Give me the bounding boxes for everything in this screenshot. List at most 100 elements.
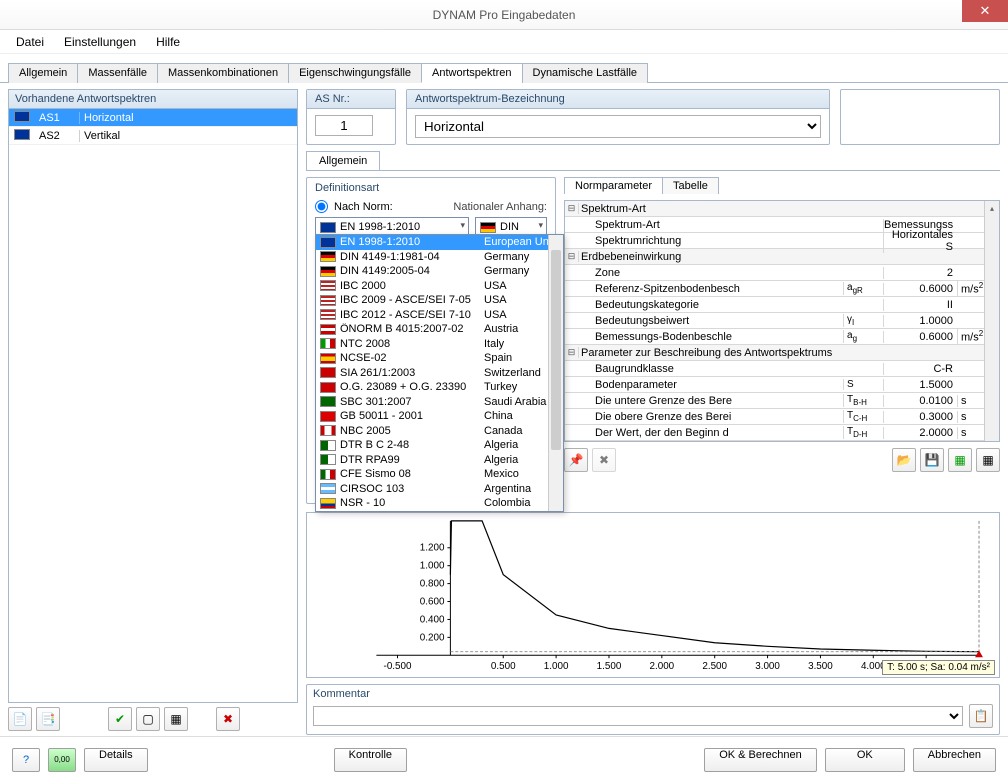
- help-button[interactable]: ?: [12, 748, 40, 772]
- dropdown-item[interactable]: DIN 4149-1:1981-04Germany: [316, 250, 563, 265]
- prop-row[interactable]: BedeutungskategorieII: [565, 297, 999, 313]
- svg-text:0.500: 0.500: [491, 661, 516, 672]
- ch-flag-icon: [320, 367, 336, 378]
- spectra-list[interactable]: AS1HorizontalAS2Vertikal: [8, 109, 298, 703]
- tab-eigenschwingungsfälle[interactable]: Eigenschwingungsfälle: [288, 63, 422, 83]
- prop-row[interactable]: BedeutungsbeiwertγI1.0000: [565, 313, 999, 329]
- dropdown-item[interactable]: NCSE-02Spain: [316, 351, 563, 366]
- window-title: DYNAM Pro Eingabedaten: [433, 8, 576, 22]
- svg-text:0.800: 0.800: [420, 579, 445, 590]
- tab-dynamische lastfälle[interactable]: Dynamische Lastfälle: [522, 63, 649, 83]
- check-button[interactable]: ✔: [108, 707, 132, 731]
- definitionsart-title: Definitionsart: [315, 182, 547, 194]
- asnr-input[interactable]: [315, 115, 373, 136]
- prop-row[interactable]: Der Wert, der den Beginn dTD-H2.0000s: [565, 425, 999, 441]
- tab-antwortspektren[interactable]: Antwortspektren: [421, 63, 522, 83]
- ar-flag-icon: [320, 483, 336, 494]
- dropdown-item[interactable]: NBC 2005Canada: [316, 424, 563, 439]
- titlebar: DYNAM Pro Eingabedaten ✕: [0, 0, 1008, 30]
- dropdown-item[interactable]: O.G. 23089 + O.G. 23390Turkey: [316, 380, 563, 395]
- import-button[interactable]: ▦: [976, 448, 1000, 472]
- new-button[interactable]: 📄: [8, 707, 32, 731]
- ok-button[interactable]: OK: [825, 748, 905, 772]
- dropdown-item[interactable]: DTR B C 2-48Algeria: [316, 438, 563, 453]
- dropdown-item[interactable]: IBC 2000USA: [316, 279, 563, 294]
- uncheck-button[interactable]: ▢: [136, 707, 160, 731]
- dropdown-item[interactable]: SIA 261/1:2003Switzerland: [316, 366, 563, 381]
- prop-row[interactable]: BodenparameterS1.5000: [565, 377, 999, 393]
- tab-allgemein[interactable]: Allgemein: [8, 63, 78, 83]
- dropdown-item[interactable]: NSR - 10Colombia: [316, 496, 563, 511]
- prop-row[interactable]: Referenz-SpitzenbodenbeschagR0.6000m/s2: [565, 281, 999, 297]
- pin-button[interactable]: 📌: [564, 448, 588, 472]
- dropdown-item[interactable]: DIN 4149:2005-04Germany: [316, 264, 563, 279]
- prop-group[interactable]: ⊟Parameter zur Beschreibung des Antworts…: [565, 345, 999, 361]
- svg-text:1.200: 1.200: [420, 543, 445, 554]
- dropdown-item[interactable]: CFE Sismo 08Mexico: [316, 467, 563, 482]
- prop-row[interactable]: Zone2: [565, 265, 999, 281]
- delete-button[interactable]: ✖: [216, 707, 240, 731]
- prop-row[interactable]: Die obere Grenze des BereiTC-H0.3000s: [565, 409, 999, 425]
- bezeichnung-input[interactable]: Horizontal: [415, 115, 821, 138]
- dropdown-item[interactable]: DTR RPA99Algeria: [316, 453, 563, 468]
- dropdown-item[interactable]: EN 1998-1:2010European Union: [316, 235, 563, 250]
- menu-settings[interactable]: Einstellungen: [56, 33, 144, 51]
- unpin-button[interactable]: ✖: [592, 448, 616, 472]
- subtab-allgemein[interactable]: Allgemein: [306, 151, 380, 170]
- export-button[interactable]: ▦: [948, 448, 972, 472]
- kommentar-list-button[interactable]: 📋: [969, 704, 993, 728]
- list-item[interactable]: AS1Horizontal: [9, 109, 297, 127]
- prop-row[interactable]: Bemessungs-Bodenbeschleag0.6000m/s2: [565, 329, 999, 345]
- tab-massenkombinationen[interactable]: Massenkombinationen: [157, 63, 289, 83]
- dropdown-scrollbar[interactable]: [548, 235, 563, 511]
- dropdown-item[interactable]: CIRSOC 103Argentina: [316, 482, 563, 497]
- prop-group[interactable]: ⊟Erdbebeneinwirkung: [565, 249, 999, 265]
- bezeichnung-label: Antwortspektrum-Bezeichnung: [407, 90, 829, 109]
- dropdown-item[interactable]: IBC 2009 - ASCE/SEI 7-05USA: [316, 293, 563, 308]
- prop-group[interactable]: ⊟Spektrum-Art: [565, 201, 999, 217]
- menu-help[interactable]: Hilfe: [148, 33, 188, 51]
- tr-flag-icon: [320, 382, 336, 393]
- spectrum-chart: 0.2000.4000.6000.8001.0001.200-0.5000.50…: [306, 512, 1000, 678]
- dropdown-item[interactable]: IBC 2012 - ASCE/SEI 7-10USA: [316, 308, 563, 323]
- ok-berechnen-button[interactable]: OK & Berechnen: [704, 748, 817, 772]
- bezeichnung-group: Antwortspektrum-Bezeichnung Horizontal: [406, 89, 830, 145]
- menu-file[interactable]: Datei: [8, 33, 52, 51]
- dropdown-item[interactable]: GB 50011 - 2001China: [316, 409, 563, 424]
- propgrid-scrollbar[interactable]: ▴: [984, 201, 999, 441]
- close-button[interactable]: ✕: [962, 0, 1008, 22]
- property-grid[interactable]: ⊟Spektrum-ArtSpektrum-ArtBemessungssSpek…: [564, 200, 1000, 442]
- co-flag-icon: [320, 498, 336, 509]
- tab-tabelle[interactable]: Tabelle: [662, 177, 719, 194]
- save-button[interactable]: 💾: [920, 448, 944, 472]
- label-nach-norm: Nach Norm:: [334, 201, 393, 213]
- kommentar-label: Kommentar: [313, 688, 993, 700]
- kommentar-input[interactable]: [313, 706, 963, 726]
- label-nationaler-anhang: Nationaler Anhang:: [453, 201, 547, 213]
- svg-text:0.400: 0.400: [420, 614, 445, 625]
- copy-button[interactable]: 📑: [36, 707, 60, 731]
- list-item[interactable]: AS2Vertikal: [9, 127, 297, 145]
- mx-flag-icon: [320, 469, 336, 480]
- kommentar-group: Kommentar 📋: [306, 684, 1000, 735]
- eu-flag-icon: [14, 111, 30, 122]
- svg-text:2.500: 2.500: [702, 661, 727, 672]
- units-button[interactable]: 0,00: [48, 748, 76, 772]
- kontrolle-button[interactable]: Kontrolle: [334, 748, 407, 772]
- grid-button[interactable]: ▦: [164, 707, 188, 731]
- prop-row[interactable]: BaugrundklasseC-R: [565, 361, 999, 377]
- prop-row[interactable]: Die untere Grenze des BereTB-H0.0100s: [565, 393, 999, 409]
- dropdown-item[interactable]: SBC 301:2007Saudi Arabia: [316, 395, 563, 410]
- open-button[interactable]: 📂: [892, 448, 916, 472]
- dropdown-item[interactable]: ÖNORM B 4015:2007-02Austria: [316, 322, 563, 337]
- norm-dropdown-list[interactable]: EN 1998-1:2010European UnionDIN 4149-1:1…: [315, 234, 564, 512]
- dropdown-item[interactable]: NTC 2008Italy: [316, 337, 563, 352]
- tab-massenfälle[interactable]: Massenfälle: [77, 63, 158, 83]
- radio-nach-norm[interactable]: [315, 200, 328, 213]
- prop-row[interactable]: SpektrumrichtungHorizontales S: [565, 233, 999, 249]
- cancel-button[interactable]: Abbrechen: [913, 748, 996, 772]
- it-flag-icon: [320, 338, 336, 349]
- svg-text:0.200: 0.200: [420, 632, 445, 643]
- tab-normparameter[interactable]: Normparameter: [564, 177, 663, 194]
- details-button[interactable]: Details: [84, 748, 148, 772]
